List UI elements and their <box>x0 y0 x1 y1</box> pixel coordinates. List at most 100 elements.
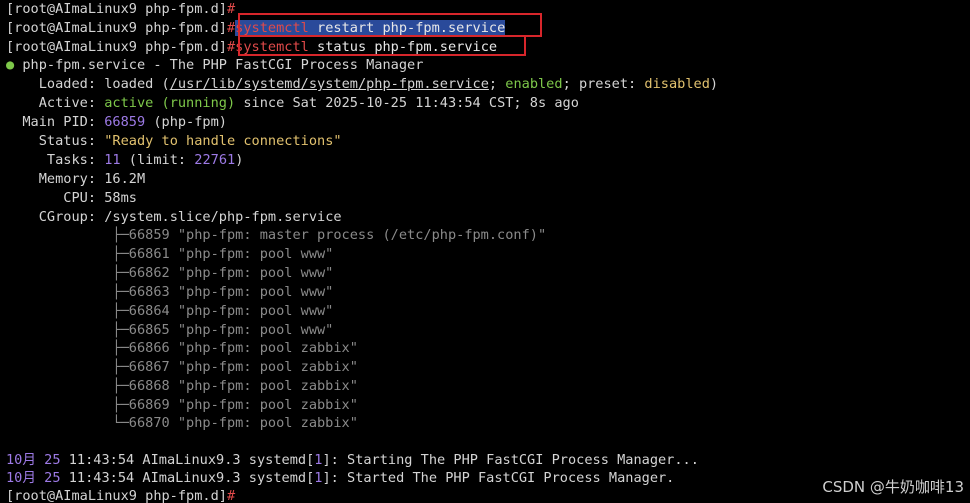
process-row: ├─66866 "php-fpm: pool zabbix" <box>6 339 358 358</box>
prompt-symbol: # <box>226 1 236 17</box>
process-desc: "php-fpm: pool www" <box>169 303 334 319</box>
cpu-value: 58ms <box>104 190 137 206</box>
process-row: ├─66859 "php-fpm: master process (/etc/p… <box>6 226 546 245</box>
prompt-text: [root@AImaLinux9 php-fpm.d] <box>6 488 227 503</box>
process-row: ├─66865 "php-fpm: pool www" <box>6 321 333 340</box>
loaded-value: loaded ( <box>104 76 170 92</box>
tree-branch: ├─ <box>6 303 129 319</box>
log-message: ]: Started The PHP FastCGI Process Manag… <box>322 470 675 486</box>
tree-branch: ├─ <box>6 265 129 281</box>
mainpid-name: (php-fpm) <box>145 114 227 130</box>
log-day: 25 <box>35 470 61 486</box>
status-label: Status: <box>6 133 105 149</box>
tree-branch: ├─ <box>6 322 129 338</box>
service-header: ● php-fpm.service - The PHP FastCGI Proc… <box>6 56 423 75</box>
separator: ) <box>235 152 244 168</box>
log-message: ]: Starting The PHP FastCGI Process Mana… <box>322 452 699 468</box>
process-row: ├─66864 "php-fpm: pool www" <box>6 302 333 321</box>
prompt-line: [root@AImaLinux9 php-fpm.d]# <box>6 0 235 19</box>
process-pid: 66861 <box>128 246 170 262</box>
process-pid: 66864 <box>128 303 170 319</box>
process-desc: "php-fpm: pool zabbix" <box>169 397 358 413</box>
process-desc: "php-fpm: master process (/etc/php-fpm.c… <box>169 227 547 243</box>
tree-branch: ├─ <box>6 246 129 262</box>
watermark: CSDN @牛奶咖啡13 <box>822 478 964 496</box>
active-since: since Sat 2025-10-25 11:43:54 CST; 8s ag… <box>235 95 579 111</box>
process-desc: "php-fpm: pool www" <box>169 246 334 262</box>
active-line: Active: active (running) since Sat 2025-… <box>6 94 579 113</box>
log-line: 10月 25 11:43:54 AImaLinux9.3 systemd[1]:… <box>6 469 674 488</box>
prompt-text: [root@AImaLinux9 php-fpm.d] <box>6 39 227 55</box>
process-pid: 66859 <box>128 227 170 243</box>
separator: : <box>628 76 645 92</box>
process-desc: "php-fpm: pool zabbix" <box>169 359 358 375</box>
log-month: 10月 <box>6 452 36 468</box>
separator: ; <box>562 76 579 92</box>
process-row: ├─66863 "php-fpm: pool www" <box>6 283 333 302</box>
process-desc: "php-fpm: pool www" <box>169 265 334 281</box>
prompt-symbol: # <box>226 488 236 503</box>
active-label: Active: <box>6 95 105 111</box>
process-desc: "php-fpm: pool zabbix" <box>169 415 358 431</box>
cpu-line: CPU: 58ms <box>6 189 137 208</box>
log-time: 11:43:54 <box>60 470 135 486</box>
restart-highlight-box <box>238 13 542 37</box>
prompt-symbol: # <box>226 20 236 36</box>
process-row: ├─66869 "php-fpm: pool zabbix" <box>6 396 358 415</box>
tree-branch: └─ <box>6 415 129 431</box>
log-time: 11:43:54 <box>60 452 135 468</box>
tree-branch: ├─ <box>6 397 129 413</box>
process-row: ├─66868 "php-fpm: pool zabbix" <box>6 377 358 396</box>
cpu-label: CPU: <box>6 190 105 206</box>
terminal-window[interactable]: [root@AImaLinux9 php-fpm.d]# [root@AImaL… <box>0 0 970 503</box>
process-row: └─66870 "php-fpm: pool zabbix" <box>6 414 358 433</box>
tree-branch: ├─ <box>6 284 129 300</box>
process-row: ├─66862 "php-fpm: pool www" <box>6 264 333 283</box>
prompt-symbol: # <box>226 39 236 55</box>
process-pid: 66868 <box>128 378 170 394</box>
cgroup-value: /system.slice/php-fpm.service <box>104 209 342 225</box>
preset-label: preset <box>578 76 629 92</box>
final-prompt-line[interactable]: [root@AImaLinux9 php-fpm.d]# <box>6 487 235 503</box>
prompt-text: [root@AImaLinux9 php-fpm.d] <box>6 20 227 36</box>
prompt-text: [root@AImaLinux9 php-fpm.d] <box>6 1 227 17</box>
tree-branch: ├─ <box>6 359 129 375</box>
memory-label: Memory: <box>6 171 105 187</box>
cgroup-label: CGroup: <box>6 209 105 225</box>
log-line: 10月 25 11:43:54 AImaLinux9.3 systemd[1]:… <box>6 451 699 470</box>
tasks-value: 11 <box>104 152 121 168</box>
mainpid-line: Main PID: 66859 (php-fpm) <box>6 113 227 132</box>
enabled-state: enabled <box>505 76 563 92</box>
active-dot-icon: ● <box>6 57 15 73</box>
process-pid: 66865 <box>128 322 170 338</box>
process-desc: "php-fpm: pool www" <box>169 322 334 338</box>
loaded-line: Loaded: loaded (/usr/lib/systemd/system/… <box>6 75 718 94</box>
mainpid-label: Main PID: <box>6 114 105 130</box>
separator: ) <box>709 76 719 92</box>
log-month: 10月 <box>6 470 36 486</box>
status-line: Status: "Ready to handle connections" <box>6 132 342 151</box>
tree-branch: ├─ <box>6 227 129 243</box>
unit-file-path: /usr/lib/systemd/system/php-fpm.service <box>169 76 489 92</box>
log-host: AImaLinux9.3 systemd[ <box>134 452 315 468</box>
tasks-limit-label: (limit: <box>120 152 195 168</box>
process-desc: "php-fpm: pool zabbix" <box>169 340 358 356</box>
preset-state: disabled <box>644 76 710 92</box>
process-row: ├─66867 "php-fpm: pool zabbix" <box>6 358 358 377</box>
status-value: "Ready to handle connections" <box>104 133 342 149</box>
tasks-label: Tasks: <box>6 152 105 168</box>
process-desc: "php-fpm: pool www" <box>169 284 334 300</box>
tasks-limit-value: 22761 <box>194 152 236 168</box>
process-pid: 66870 <box>128 415 170 431</box>
tasks-line: Tasks: 11 (limit: 22761) <box>6 151 243 170</box>
memory-line: Memory: 16.2M <box>6 170 145 189</box>
memory-value: 16.2M <box>104 171 146 187</box>
process-pid: 66867 <box>128 359 170 375</box>
log-host: AImaLinux9.3 systemd[ <box>134 470 315 486</box>
log-day: 25 <box>35 452 61 468</box>
cgroup-line: CGroup: /system.slice/php-fpm.service <box>6 208 342 227</box>
separator: ; <box>488 76 506 92</box>
tree-branch: ├─ <box>6 378 129 394</box>
tree-branch: ├─ <box>6 340 129 356</box>
status-highlight-box <box>238 35 526 56</box>
